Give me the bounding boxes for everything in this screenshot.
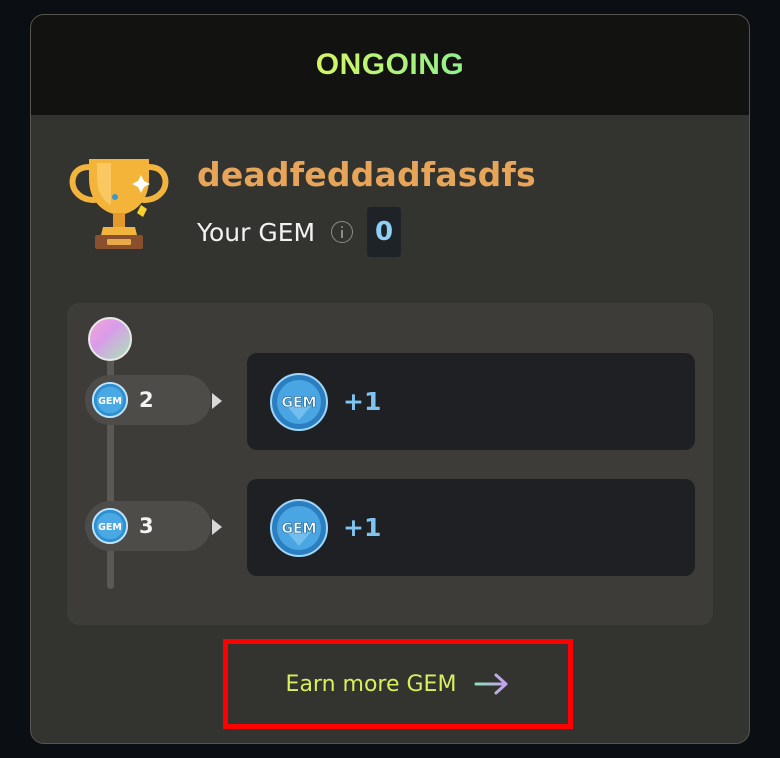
gem-icon: GEM: [91, 381, 129, 419]
step-arrow-icon: [212, 393, 222, 409]
earn-more-gem-button[interactable]: Earn more GEM: [223, 639, 573, 729]
reward-card: GEM +1: [247, 479, 695, 576]
reward-amount: +1: [343, 387, 382, 416]
reward-amount: +1: [343, 513, 382, 542]
reward-card: GEM +1: [247, 353, 695, 450]
step-number: 3: [139, 514, 154, 538]
gem-label: Your GEM: [197, 217, 316, 247]
ongoing-card: ONGOING deadfeddadfasdfs Your GEM 0 GEM …: [30, 14, 750, 744]
avatar: [88, 317, 132, 361]
gem-icon: GEM: [270, 372, 328, 431]
header-title: ONGOING: [315, 48, 465, 81]
step-pill: GEM 2: [85, 375, 211, 425]
reward-timeline-panel: GEM 2 GEM +1 GEM 3 GEM +1: [67, 303, 713, 625]
card-header: ONGOING: [31, 15, 749, 115]
svg-text:GEM: GEM: [282, 521, 317, 537]
username: deadfeddadfasdfs: [197, 155, 536, 194]
arrow-right-icon: [474, 673, 508, 695]
svg-text:GEM: GEM: [98, 522, 122, 533]
gem-balance-row: Your GEM 0: [197, 207, 402, 257]
gem-value: 0: [367, 207, 402, 257]
gem-icon: GEM: [91, 507, 129, 545]
step-arrow-icon: [212, 519, 222, 535]
svg-text:GEM: GEM: [282, 395, 317, 411]
gem-icon: GEM: [270, 498, 328, 557]
info-icon[interactable]: [331, 221, 354, 243]
step-number: 2: [139, 388, 154, 412]
svg-text:GEM: GEM: [98, 396, 122, 407]
earn-more-gem-label: Earn more GEM: [285, 671, 457, 697]
step-pill: GEM 3: [85, 501, 211, 551]
trophy-icon: [69, 159, 169, 249]
